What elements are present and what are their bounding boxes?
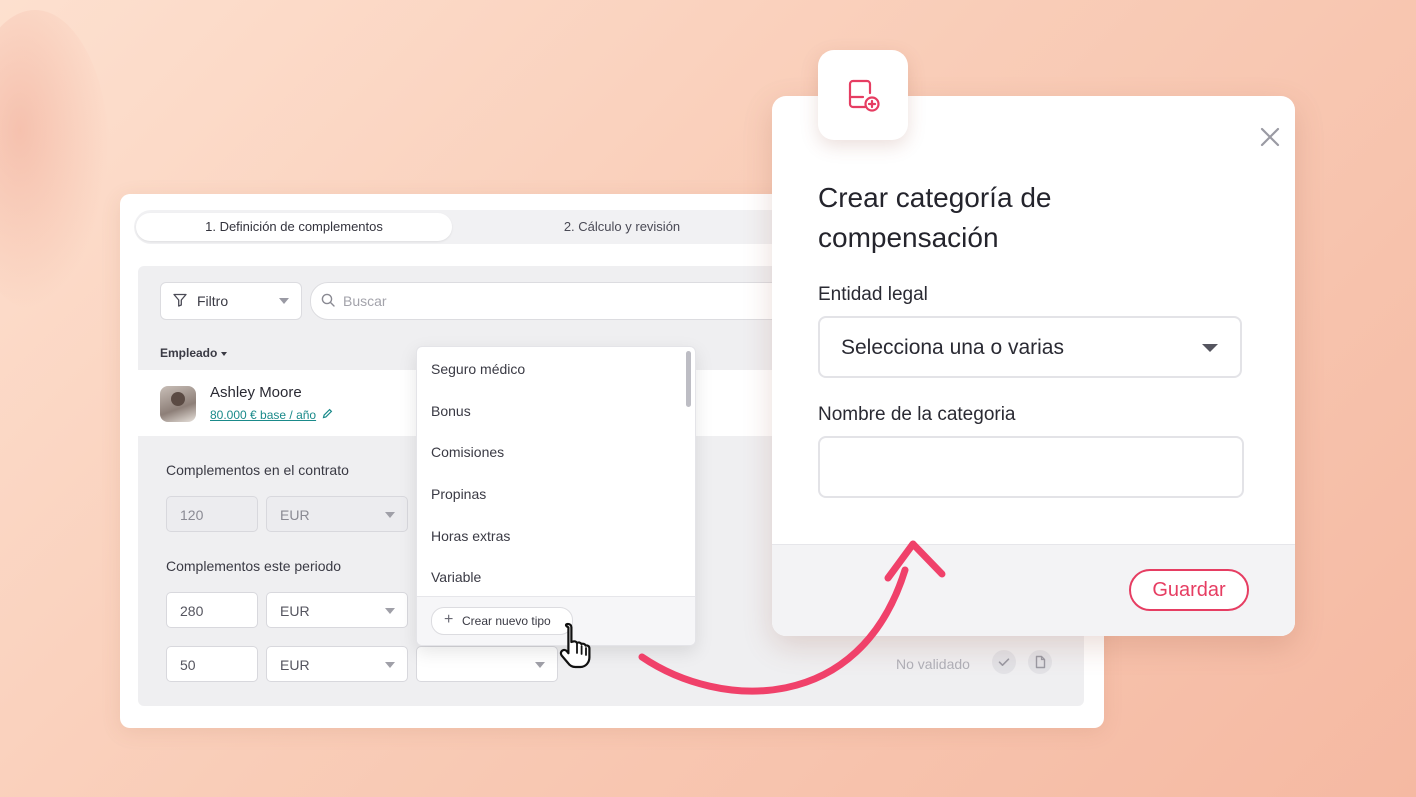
contract-section-label: Complementos en el contrato [166,462,349,478]
filter-label: Filtro [197,293,229,309]
menu-item[interactable]: Bonus [431,403,471,419]
check-icon [998,658,1010,666]
type-select[interactable] [416,646,558,682]
column-header-label: Empleado [160,346,218,360]
add-category-icon [848,79,880,112]
legal-entity-label: Entidad legal [818,284,928,305]
step-definition-tab[interactable]: 1. Definición de complementos [136,213,452,241]
chevron-down-icon [535,662,545,668]
period-amount-field[interactable]: 50 [166,646,258,682]
chevron-down-icon [385,662,395,668]
field-value: 50 [180,657,196,673]
modal-icon-badge [818,50,908,140]
document-button[interactable] [1028,650,1052,674]
search-placeholder: Buscar [343,293,387,309]
background-decoration [0,10,110,310]
period-amount-field[interactable]: 280 [166,592,258,628]
modal-title: Crear categoría de compensación [818,182,1052,253]
create-category-modal: Crear categoría de compensación Entidad … [772,96,1295,636]
column-header-employee[interactable]: Empleado [160,346,228,360]
status-text: No validado [896,656,970,672]
modal-body: Crear categoría de compensación Entidad … [772,96,1295,544]
close-icon[interactable] [1259,126,1281,148]
create-new-type-button[interactable]: + Crear nuevo tipo [431,607,573,635]
period-currency-select[interactable]: EUR [266,592,408,628]
sort-icon [221,351,228,356]
contract-amount-field[interactable]: 120 [166,496,258,532]
scrollbar[interactable] [686,351,691,407]
document-icon [1035,655,1046,669]
validate-button[interactable] [992,650,1016,674]
chevron-down-icon [1202,344,1218,352]
category-name-label: Nombre de la categoria [818,404,1016,425]
stepper: 1. Definición de complementos 2. Cálculo… [134,210,794,244]
pencil-icon[interactable] [322,408,333,422]
contract-currency-select[interactable]: EUR [266,496,408,532]
search-icon [321,293,335,312]
menu-item[interactable]: Seguro médico [431,361,525,377]
field-value: EUR [280,603,310,619]
search-input[interactable]: Buscar [310,282,792,320]
menu-item[interactable]: Variable [431,569,481,585]
avatar [160,386,196,422]
period-currency-select[interactable]: EUR [266,646,408,682]
legal-entity-select[interactable]: Selecciona una o varias [818,316,1242,378]
chevron-down-icon [279,298,289,304]
plus-icon: + [444,611,454,628]
filter-button[interactable]: Filtro [160,282,302,320]
menu-item[interactable]: Horas extras [431,528,510,544]
filter-icon [173,293,187,312]
hand-pointer-icon [556,620,606,677]
step-calculation-tab[interactable]: 2. Cálculo y revisión [454,213,790,241]
save-button[interactable]: Guardar [1129,569,1249,611]
category-name-input[interactable] [818,436,1244,498]
field-value: EUR [280,507,310,523]
salary-text: 80.000 € base / año [210,408,317,422]
create-new-type-label: Crear nuevo tipo [462,614,551,628]
chevron-down-icon [385,512,395,518]
period-section-label: Complementos este periodo [166,558,342,574]
menu-item[interactable]: Propinas [431,486,486,502]
menu-item[interactable]: Comisiones [431,444,504,460]
chevron-down-icon [385,608,395,614]
modal-footer: Guardar [772,544,1295,636]
field-value: 120 [180,507,204,523]
field-value: 280 [180,603,204,619]
type-dropdown-menu: Seguro médico Bonus Comisiones Propinas … [416,346,696,646]
employee-name: Ashley Moore [210,384,302,401]
salary-link[interactable]: 80.000 € base / año [210,408,333,422]
field-value: EUR [280,657,310,673]
select-value: Selecciona una o varias [841,336,1064,359]
